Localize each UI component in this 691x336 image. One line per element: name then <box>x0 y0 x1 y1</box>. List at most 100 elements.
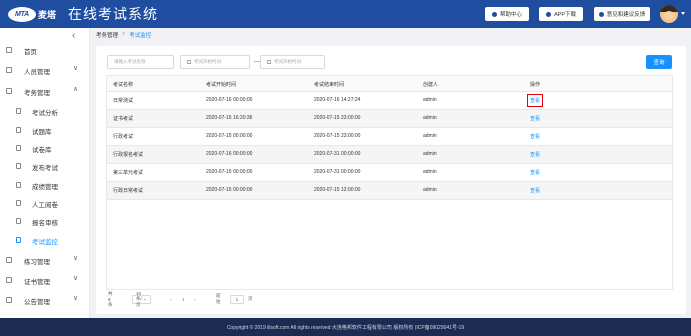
breadcrumb: 考务管理 > 考试监控 <box>96 31 151 39</box>
user-menu-caret-icon[interactable] <box>681 12 685 15</box>
monitor-icon <box>16 237 21 243</box>
help-center-button[interactable]: 帮助中心 <box>485 7 529 21</box>
end-time-picker[interactable]: 考试开始时间 <box>260 55 325 69</box>
table-row: 证书考试 2020-07-15 16:30:36 2020-07-15 23:0… <box>107 110 672 128</box>
start-time-picker[interactable]: 考试开始时间 <box>180 55 250 69</box>
main-content-card: 请输入考试名称 考试开始时间 — 考试开始时间 查询 考试名称 考试开始时间 考… <box>96 46 686 314</box>
start-time-cell: 2020-07-16 00:00:00 <box>206 97 253 103</box>
end-time-placeholder: 考试开始时间 <box>274 59 301 64</box>
sidebar-item-question-bank[interactable]: 试题库 <box>0 123 90 137</box>
menu-label: 公告管理 <box>24 299 50 306</box>
sub-label: 报名审核 <box>32 220 58 227</box>
score-icon <box>16 182 21 188</box>
column-header: 考试结束时间 <box>314 82 345 88</box>
end-time-cell: 2020-07-16 14:27:24 <box>314 97 361 103</box>
menu-label: 考务管理 <box>24 90 50 97</box>
table-row: 第三单元考试 2020-07-15 00:00:00 2020-07-31 00… <box>107 164 672 182</box>
sidebar-item-registration-review[interactable]: 报名审核 <box>0 214 90 228</box>
breadcrumb-current: 考试监控 <box>129 33 152 39</box>
table-header: 考试名称 考试开始时间 考试结束时间 创建人 操作 <box>107 76 672 92</box>
menu-exam-management[interactable]: 考务管理 ∧ <box>0 84 90 98</box>
start-time-cell: 2020-07-16 00:00:00 <box>206 151 253 157</box>
app-download-label: APP下载 <box>553 12 576 18</box>
next-page-button[interactable]: › <box>194 294 196 304</box>
view-link[interactable]: 查看 <box>530 151 540 158</box>
start-time-cell: 2020-07-15 00:00:00 <box>206 169 253 175</box>
sub-label: 成绩管理 <box>32 184 58 191</box>
view-link[interactable]: 查看 <box>530 169 540 176</box>
table-row: 日常测试 2020-07-16 00:00:00 2020-07-16 14:2… <box>107 92 672 110</box>
menu-user-management[interactable]: 人员管理 ∨ <box>0 63 90 77</box>
page-suffix: 页 <box>248 296 253 301</box>
query-button[interactable]: 查询 <box>646 55 672 69</box>
exam-name-cell: 日常测试 <box>113 98 134 104</box>
breadcrumb-parent[interactable]: 考务管理 <box>96 31 118 39</box>
feedback-button[interactable]: 意见和建议反馈 <box>594 7 650 21</box>
start-time-placeholder: 考试开始时间 <box>194 59 221 64</box>
exam-name-cell: 行政考试 <box>113 134 134 140</box>
help-icon <box>491 11 497 17</box>
menu-notice-management[interactable]: 公告管理 ∨ <box>0 293 90 307</box>
publish-icon <box>16 163 21 169</box>
menu-label: 练习管理 <box>24 259 50 266</box>
view-link[interactable]: 查看 <box>530 133 540 140</box>
exam-monitor-table: 考试名称 考试开始时间 考试结束时间 创建人 操作 日常测试 2020-07-1… <box>106 75 673 290</box>
exam-name-placeholder: 请输入考试名称 <box>114 59 146 64</box>
prev-page-button[interactable]: ‹ <box>170 294 172 304</box>
menu-label: 首页 <box>24 49 37 56</box>
home-icon <box>6 47 12 53</box>
menu-certificate-management[interactable]: 证书管理 ∨ <box>0 273 90 287</box>
creator-cell: admin <box>423 187 437 193</box>
sidebar-item-score-management[interactable]: 成绩管理 <box>0 178 90 192</box>
download-icon <box>545 11 551 17</box>
menu-label: 证书管理 <box>24 279 50 286</box>
end-time-cell: 2020-07-31 00:00:00 <box>314 151 361 157</box>
collapse-sidebar-icon[interactable]: ‹ <box>72 30 75 41</box>
sidebar-item-exam-analysis[interactable]: 考试分析 <box>0 104 90 118</box>
end-time-cell: 2020-07-31 00:00:00 <box>314 169 361 175</box>
end-time-cell: 2020-07-15 23:00:00 <box>314 133 361 139</box>
table-row: 行政考试 2020-07-15 00:00:00 2020-07-15 23:0… <box>107 128 672 146</box>
menu-home[interactable]: 首页 <box>0 43 90 57</box>
page-size-select[interactable]: 10条/页 ⌄ <box>132 291 151 307</box>
chevron-down-icon: ∨ <box>73 255 79 262</box>
app-download-button[interactable]: APP下载 <box>539 7 583 21</box>
logo[interactable]: MTA 麦塔 <box>8 6 57 22</box>
analysis-icon <box>16 108 21 114</box>
current-page[interactable]: 1 <box>182 294 185 304</box>
exam-name-input[interactable]: 请输入考试名称 <box>107 55 174 69</box>
feedback-icon <box>598 11 604 17</box>
notice-icon <box>6 297 12 303</box>
start-time-cell: 2020-07-15 00:00:00 <box>206 133 253 139</box>
logo-text: 麦塔 <box>38 9 57 20</box>
paper-bank-icon <box>16 145 21 151</box>
column-header: 创建人 <box>423 82 439 88</box>
column-header: 考试名称 <box>113 82 134 88</box>
creator-cell: admin <box>423 151 437 157</box>
certificate-icon <box>6 277 12 283</box>
creator-cell: admin <box>423 133 437 139</box>
start-time-cell: 2020-07-15 00:00:00 <box>206 187 253 193</box>
calendar-icon <box>187 60 191 64</box>
sidebar-item-manual-grading[interactable]: 人工阅卷 <box>0 196 90 210</box>
question-bank-icon <box>16 127 21 133</box>
start-time-cell: 2020-07-15 16:30:36 <box>206 115 253 121</box>
chevron-down-icon: ⌄ <box>141 296 147 301</box>
sub-label: 试卷库 <box>32 147 52 154</box>
sidebar-item-publish-exam[interactable]: 发布考试 <box>0 159 90 173</box>
goto-page-input[interactable]: 1 <box>230 294 244 304</box>
avatar[interactable] <box>660 5 678 23</box>
view-link[interactable]: 查看 <box>530 115 540 122</box>
sidebar-item-paper-bank[interactable]: 试卷库 <box>0 141 90 155</box>
chevron-down-icon: ∨ <box>73 295 79 302</box>
sidebar: ‹ 首页 人员管理 ∨ 考务管理 ∧ 考试分析 试题库 试卷库 发布考试 成绩管… <box>0 28 90 318</box>
grading-icon <box>16 200 21 206</box>
chevron-down-icon: ∨ <box>73 65 79 72</box>
sidebar-item-exam-monitor[interactable]: 考试监控 <box>0 233 90 247</box>
view-link[interactable]: 查看 <box>530 187 540 194</box>
chevron-down-icon: ∨ <box>73 275 79 282</box>
breadcrumb-separator: > <box>122 31 126 37</box>
menu-practice-management[interactable]: 练习管理 ∨ <box>0 253 90 267</box>
view-link[interactable]: 查看 <box>526 94 544 107</box>
creator-cell: admin <box>423 169 437 175</box>
